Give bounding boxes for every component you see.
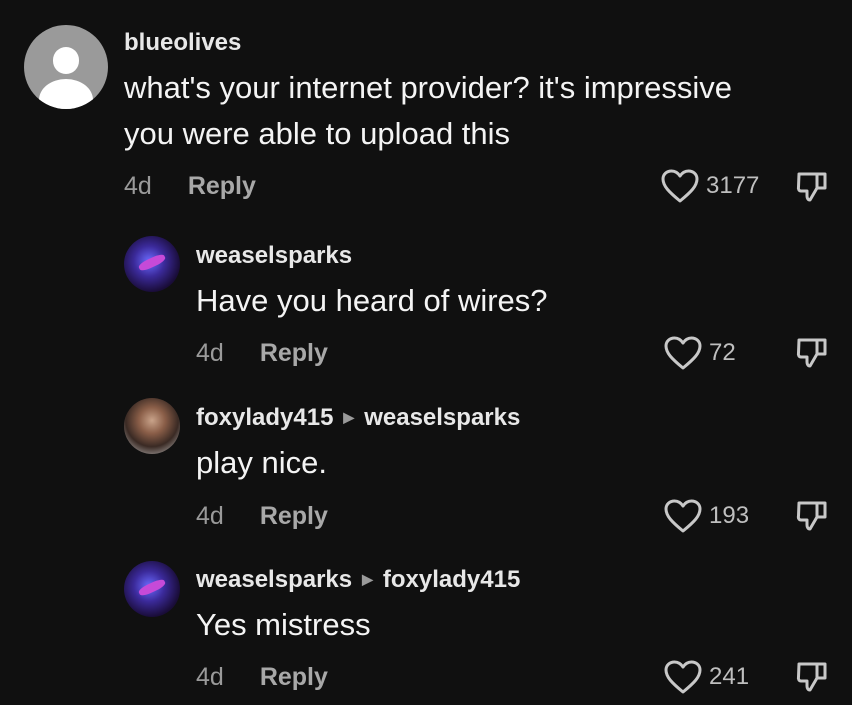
like-button[interactable]: 3177 — [660, 168, 759, 204]
comment-age: 4d — [196, 502, 224, 530]
username-label[interactable]: weaselsparks — [196, 242, 352, 269]
like-count: 3177 — [706, 172, 760, 199]
avatar[interactable] — [124, 398, 180, 454]
avatar[interactable] — [124, 561, 180, 617]
reply-to-username[interactable]: foxylady415 — [383, 566, 520, 593]
triangle-right-icon: ▶ — [343, 409, 355, 425]
comment-meta: 4d Reply — [196, 502, 328, 531]
comment-username[interactable]: foxylady415 ▶ weaselsparks — [196, 404, 520, 432]
thumbs-down-outline-icon — [796, 662, 827, 692]
comment-text: Have you heard of wires? — [196, 278, 796, 324]
reply-button[interactable]: Reply — [188, 172, 256, 200]
comment-meta: 4d Reply — [196, 663, 328, 692]
comment-text: what's your internet provider? it's impr… — [124, 65, 824, 157]
comment-username[interactable]: weaselsparks ▶ foxylady415 — [196, 566, 520, 594]
comment-username[interactable]: blueolives — [124, 29, 241, 57]
username-label[interactable]: blueolives — [124, 29, 241, 56]
like-button[interactable]: 241 — [663, 659, 749, 695]
comment-text-line: you were able to upload this — [124, 116, 511, 151]
heart-outline-icon — [664, 336, 702, 370]
like-count: 241 — [709, 663, 750, 690]
comment-text: play nice. — [196, 440, 796, 486]
reply-button[interactable]: Reply — [260, 339, 328, 367]
reply-to-username[interactable]: weaselsparks — [364, 404, 520, 431]
username-label[interactable]: weaselsparks — [196, 566, 352, 593]
thumbs-down-outline-icon — [796, 172, 827, 202]
thumbs-down-outline-icon — [796, 338, 827, 368]
comment-age: 4d — [196, 339, 224, 367]
comment-username[interactable]: weaselsparks — [196, 242, 352, 270]
heart-outline-icon — [664, 660, 702, 694]
reply-button[interactable]: Reply — [260, 502, 328, 530]
like-button[interactable]: 72 — [663, 335, 736, 371]
triangle-right-icon: ▶ — [362, 571, 373, 587]
comment-age: 4d — [196, 663, 224, 691]
comment-text-line: play nice. — [196, 445, 327, 480]
heart-outline-icon — [664, 499, 702, 533]
comment-age: 4d — [124, 172, 152, 200]
dislike-button[interactable] — [795, 499, 829, 533]
comment-text-line: Yes mistress — [196, 607, 371, 642]
comment-text-line: what's your internet provider? it's impr… — [124, 70, 732, 105]
dislike-button[interactable] — [795, 336, 829, 370]
like-button[interactable]: 193 — [663, 498, 749, 534]
comment-meta: 4d Reply — [124, 172, 256, 201]
dislike-button[interactable] — [795, 170, 829, 204]
like-count: 193 — [709, 502, 750, 529]
username-label[interactable]: foxylady415 — [196, 404, 333, 431]
reply-button[interactable]: Reply — [260, 663, 328, 691]
comment-text: Yes mistress — [196, 602, 796, 648]
heart-outline-icon — [661, 169, 699, 203]
like-count: 72 — [709, 339, 736, 366]
thumbs-down-outline-icon — [796, 501, 827, 531]
dislike-button[interactable] — [795, 660, 829, 694]
comment-meta: 4d Reply — [196, 339, 328, 368]
avatar[interactable] — [24, 25, 108, 109]
avatar[interactable] — [124, 236, 180, 292]
comment-text-line: Have you heard of wires? — [196, 283, 548, 318]
